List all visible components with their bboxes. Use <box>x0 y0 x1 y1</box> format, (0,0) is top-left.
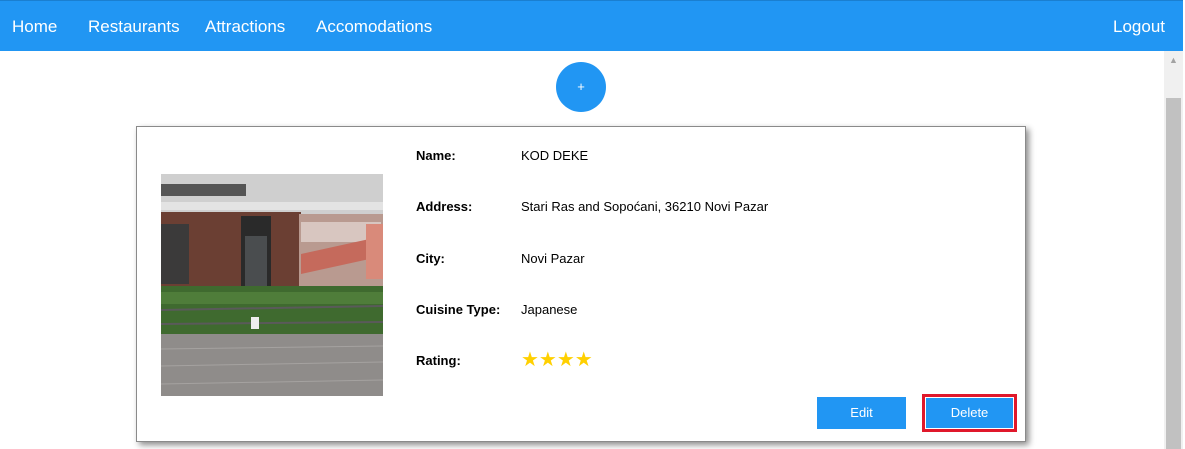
city-label: City: <box>416 251 445 266</box>
restaurant-photo-image <box>161 174 383 396</box>
cuisine-label: Cuisine Type: <box>416 302 501 317</box>
nav-home[interactable]: Home <box>12 1 57 52</box>
scroll-thumb[interactable] <box>1166 98 1181 449</box>
restaurant-photo <box>161 174 383 396</box>
edit-button[interactable]: Edit <box>817 397 906 429</box>
cuisine-value: Japanese <box>521 302 578 317</box>
address-value: Stari Ras and Sopoćani, 36210 Novi Pazar <box>521 199 769 214</box>
restaurant-card: Name: KOD DEKE Address: Stari Ras and So… <box>136 126 1026 442</box>
vertical-scrollbar[interactable]: ▲ <box>1164 51 1183 449</box>
rating-stars-icon: ★★★★ <box>521 349 593 371</box>
name-value: KOD DEKE <box>521 148 589 163</box>
nav-attractions[interactable]: Attractions <box>205 1 285 52</box>
delete-button[interactable]: Delete <box>926 398 1013 428</box>
city-value: Novi Pazar <box>521 251 585 266</box>
scroll-up-arrow-icon[interactable]: ▲ <box>1164 51 1183 69</box>
nav-accomodations[interactable]: Accomodations <box>316 1 432 52</box>
name-label: Name: <box>416 148 456 163</box>
address-label: Address: <box>416 199 473 214</box>
top-navbar: Home Restaurants Attractions Accomodatio… <box>0 0 1183 51</box>
nav-restaurants[interactable]: Restaurants <box>88 1 180 52</box>
add-restaurant-button[interactable]: + <box>556 62 606 112</box>
nav-logout[interactable]: Logout <box>1113 1 1165 52</box>
rating-label: Rating: <box>416 353 461 368</box>
